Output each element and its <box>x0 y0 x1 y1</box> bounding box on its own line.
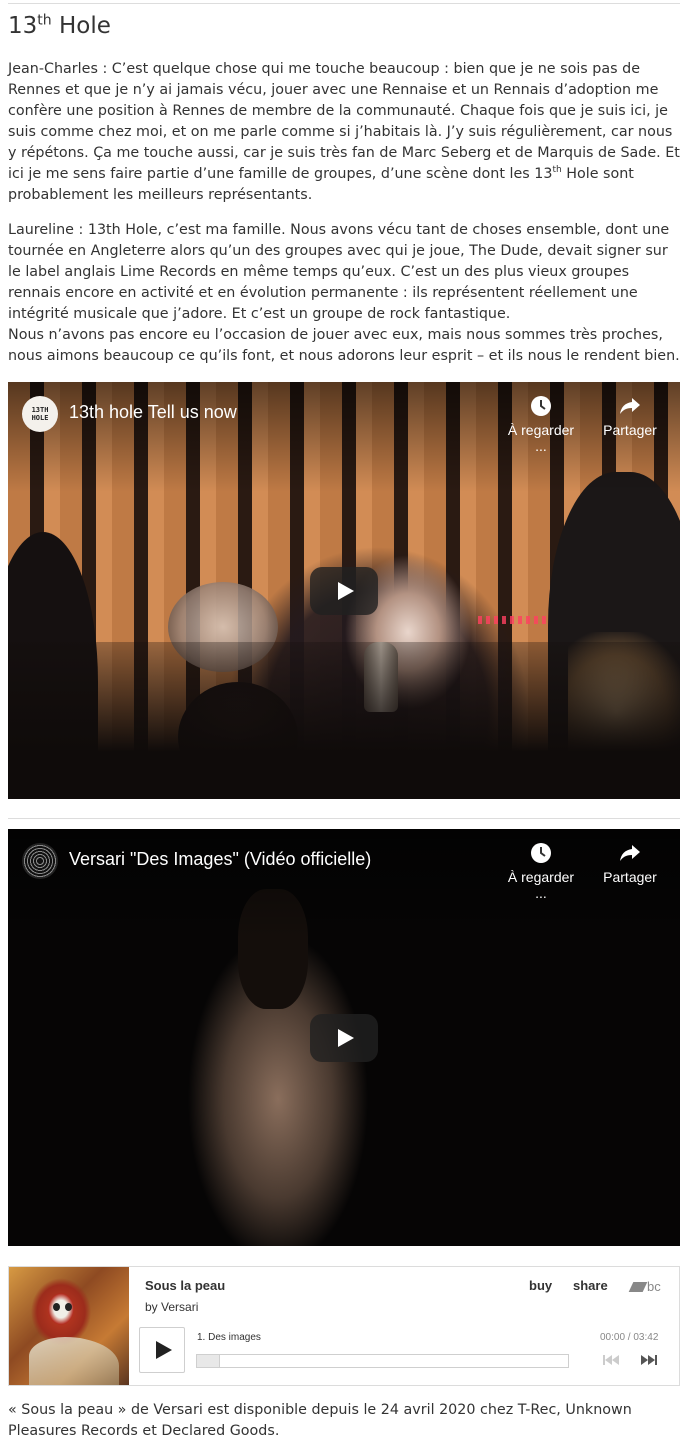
release-caption: « Sous la peau » de Versari est disponib… <box>8 1402 632 1439</box>
watch-later-label: À regarder ... <box>507 869 575 901</box>
interview-paragraph-laureline: Laureline : 13th Hole, c’est ma famille.… <box>8 220 680 367</box>
video-title[interactable]: Versari "Des Images" (Vidéo officielle) <box>69 849 371 870</box>
play-button[interactable] <box>310 567 378 615</box>
heading-superscript: th <box>37 12 52 29</box>
paragraph-text: Jean-Charles : C’est quelque chose qui m… <box>8 61 680 182</box>
share-button[interactable]: Partager <box>590 841 670 885</box>
share-button[interactable]: Partager <box>590 394 670 438</box>
youtube-embed-13th-hole[interactable]: 13TH HOLE 13th hole Tell us now À regard… <box>8 382 680 799</box>
album-title[interactable]: Sous la peau <box>145 1278 225 1293</box>
by-label: by <box>145 1300 158 1314</box>
video-frame <box>478 616 558 624</box>
track-time: 00:00 / 03:42 <box>600 1332 658 1343</box>
paragraph-superscript: th <box>552 165 562 176</box>
heading-number: 13 <box>8 13 38 39</box>
watch-later-label: À regarder ... <box>507 422 575 454</box>
channel-avatar[interactable] <box>22 843 58 879</box>
heading-text: Hole <box>51 13 111 39</box>
section-divider <box>8 818 680 819</box>
video-title[interactable]: 13th hole Tell us now <box>69 402 237 423</box>
bandcamp-player: Sous la peau by Versari buy share bc 1. … <box>8 1266 680 1386</box>
clock-icon <box>531 843 551 863</box>
channel-avatar[interactable]: 13TH HOLE <box>22 396 58 432</box>
share-label: Partager <box>603 869 657 885</box>
bandcamp-logo[interactable]: bc <box>628 1279 661 1294</box>
channel-logo-text: 13TH HOLE <box>31 406 49 422</box>
play-button[interactable] <box>310 1014 378 1062</box>
clock-icon <box>531 396 551 416</box>
cover-art-detail <box>53 1303 60 1311</box>
paragraph-text: Laureline : 13th Hole, c’est ma famille.… <box>8 222 670 322</box>
previous-track-icon[interactable] <box>601 1354 621 1366</box>
share-link[interactable]: share <box>573 1278 608 1293</box>
progress-thumb[interactable] <box>197 1355 220 1367</box>
album-cover[interactable] <box>9 1267 129 1385</box>
cover-art-detail <box>29 1337 119 1385</box>
interview-paragraph-jean-charles: Jean-Charles : C’est quelque chose qui m… <box>8 59 680 206</box>
watch-later-button[interactable]: À regarder ... <box>501 841 581 901</box>
watch-later-button[interactable]: À regarder ... <box>501 394 581 454</box>
youtube-embed-versari[interactable]: Versari "Des Images" (Vidéo officielle) … <box>8 829 680 1246</box>
next-track-icon[interactable] <box>639 1354 659 1366</box>
section-heading: 13th Hole <box>8 9 111 43</box>
cover-art-detail <box>65 1303 72 1311</box>
share-arrow-icon <box>620 845 640 861</box>
video-frame <box>8 642 680 799</box>
share-arrow-icon <box>620 398 640 414</box>
share-label: Partager <box>603 422 657 438</box>
buy-link[interactable]: buy <box>529 1278 552 1293</box>
top-divider <box>8 3 680 4</box>
paragraph-text: Nous n’avons pas encore eu l’occasion de… <box>8 327 680 364</box>
track-title[interactable]: 1. Des images <box>197 1332 261 1343</box>
time-total: 03:42 <box>633 1332 659 1343</box>
progress-bar[interactable] <box>196 1354 569 1368</box>
album-artist[interactable]: by Versari <box>145 1300 198 1314</box>
bandcamp-logo-icon <box>628 1282 648 1292</box>
play-button[interactable] <box>139 1327 185 1373</box>
time-current: 00:00 <box>600 1332 626 1343</box>
bandcamp-logo-text: bc <box>647 1279 661 1294</box>
artist-name: Versari <box>161 1300 199 1314</box>
